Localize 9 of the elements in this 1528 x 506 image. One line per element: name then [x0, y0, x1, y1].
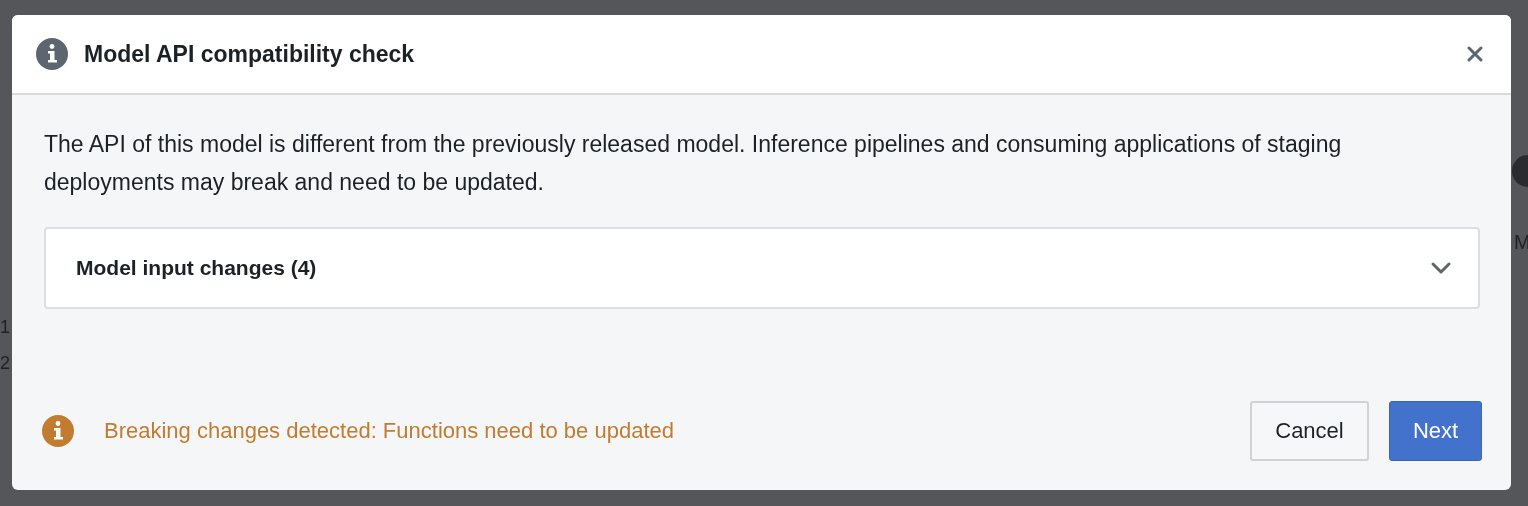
warning-message: Breaking changes detected: Functions need to be updated — [104, 418, 674, 444]
collapsible-section[interactable]: Model input changes (4) — [44, 227, 1480, 309]
chevron-icon — [1430, 261, 1452, 275]
cancel-button[interactable]: Cancel — [1250, 401, 1369, 461]
dialog-message: The API of this model is different from the previously released model. Inference pipelines and consuming applications of staging deployments may break and need to be updated. — [44, 130, 1343, 197]
info-icon — [36, 38, 68, 70]
next-button[interactable]: Next — [1389, 401, 1482, 461]
warning-icon — [42, 415, 74, 447]
dialog-title: Model API compatibility check — [84, 40, 416, 68]
